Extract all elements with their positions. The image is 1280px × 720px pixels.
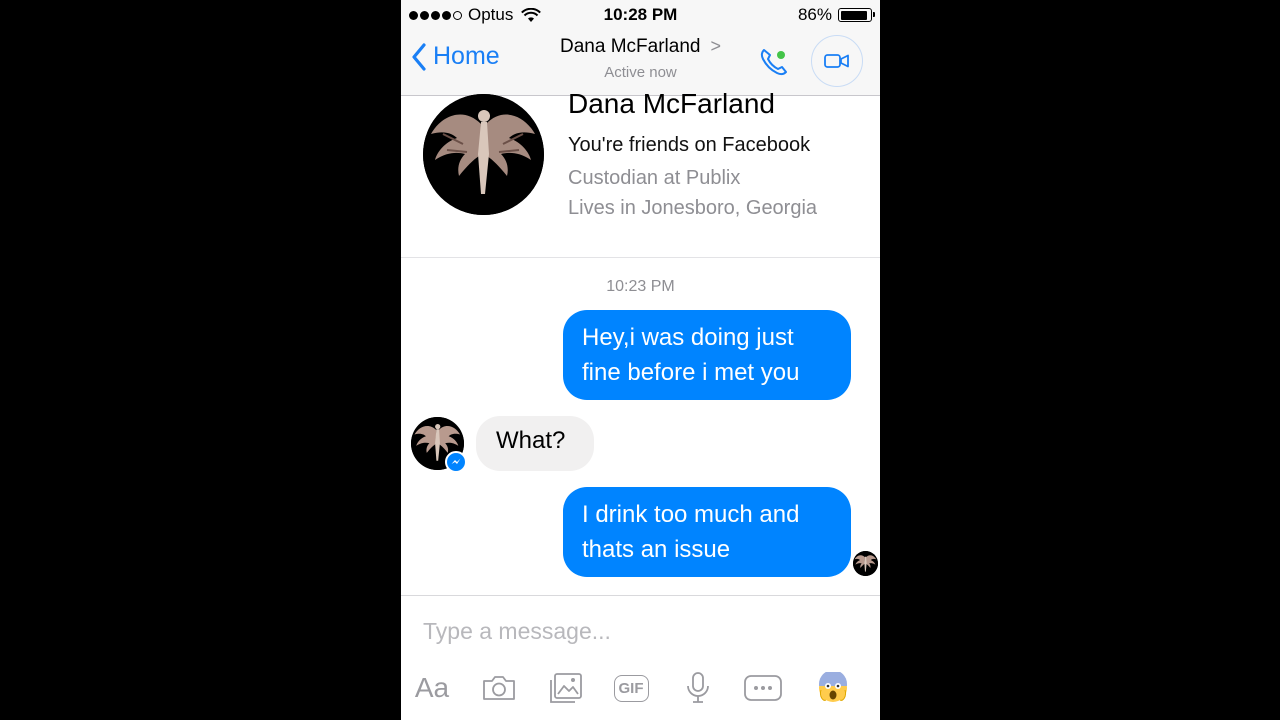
friendship-status: You're friends on Facebook xyxy=(568,134,811,156)
messenger-badge-icon xyxy=(445,451,467,473)
winged-figure-image xyxy=(853,551,878,576)
online-indicator xyxy=(777,51,785,59)
contact-header[interactable]: Dana McFarland > Active now xyxy=(401,36,880,81)
profile-card: Dana McFarland You're friends on Faceboo… xyxy=(401,88,880,258)
message-timestamp: 10:23 PM xyxy=(606,278,675,295)
message-input[interactable]: Type a message... xyxy=(423,618,611,645)
profile-location: Lives in Jonesboro, Georgia xyxy=(568,197,818,219)
photo-icon xyxy=(550,673,582,703)
chevron-right-icon: > xyxy=(710,36,721,56)
video-camera-icon xyxy=(824,54,849,68)
message-line: What? xyxy=(496,427,566,454)
phone-icon xyxy=(760,49,787,76)
profile-work: Custodian at Publix xyxy=(568,167,741,189)
profile-avatar[interactable] xyxy=(423,94,544,215)
outgoing-message[interactable]: I drink too much and thats an issue xyxy=(563,487,851,577)
emoji-button[interactable] xyxy=(815,668,851,708)
outgoing-message[interactable]: Hey,i was doing just fine before i met y… xyxy=(563,310,851,400)
winged-figure-image xyxy=(423,94,544,215)
microphone-icon xyxy=(687,672,709,703)
profile-name: Dana McFarland xyxy=(568,88,775,119)
gif-button[interactable]: GIF xyxy=(609,668,653,708)
camera-button[interactable] xyxy=(479,668,519,708)
battery-percent: 86% xyxy=(797,5,832,24)
seen-indicator-avatar xyxy=(853,551,878,576)
battery-icon xyxy=(838,8,875,22)
conversation-header: Home Dana McFarland > Active now xyxy=(401,28,880,96)
microphone-button[interactable] xyxy=(681,668,715,708)
voice-call-button[interactable] xyxy=(756,44,792,80)
presence-status: Active now xyxy=(604,64,677,81)
camera-icon xyxy=(483,676,515,700)
emoji-icon xyxy=(819,672,847,702)
contact-name: Dana McFarland xyxy=(560,36,701,57)
video-call-button[interactable] xyxy=(811,35,863,87)
message-line: Hey,i was doing just xyxy=(582,324,794,351)
message-composer: Type a message... Aa GIF xyxy=(401,595,880,720)
text-format-icon: Aa xyxy=(414,672,450,703)
message-line: I drink too much and xyxy=(582,501,800,528)
message-line: thats an issue xyxy=(582,536,731,563)
status-bar: Optus 10:28 PM 86% xyxy=(401,0,880,28)
status-right: 86% xyxy=(797,5,875,25)
composer-toolbar: Aa GIF xyxy=(401,668,880,708)
incoming-message[interactable]: What? xyxy=(476,416,594,471)
message-line: fine before i met you xyxy=(582,359,800,386)
messenger-app: Optus 10:28 PM 86% Home Dana McFarland > … xyxy=(401,0,880,720)
photo-button[interactable] xyxy=(547,668,585,708)
more-icon xyxy=(744,675,782,701)
more-button[interactable] xyxy=(743,668,783,708)
text-format-button[interactable]: Aa xyxy=(411,668,453,708)
gif-icon: GIF xyxy=(613,674,649,702)
